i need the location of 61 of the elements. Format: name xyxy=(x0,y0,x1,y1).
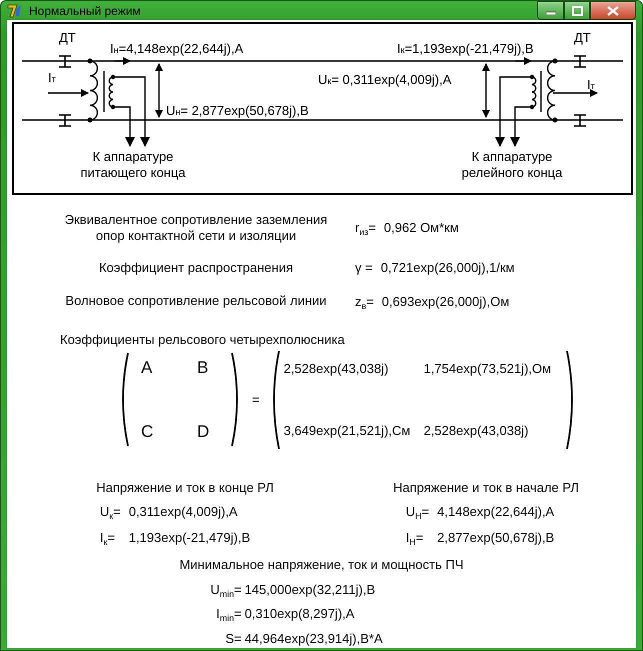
caption-text: К аппаратуре xyxy=(472,149,552,164)
value-text: 1,193exp(-21,479j),B xyxy=(128,528,250,547)
maximize-icon xyxy=(572,6,582,16)
section-title: Напряжение и ток в начале РЛ xyxy=(393,478,579,497)
matrix-symbol: D xyxy=(197,420,210,442)
parameter-value: 0,962 Ом*км xyxy=(384,219,459,238)
voltage-arrow xyxy=(482,63,490,118)
value-symbol: I$_{H}$= xyxy=(406,528,424,547)
value-text: 44,964exp(23,914j),B*A xyxy=(244,630,383,648)
caption-text: К аппаратуре xyxy=(92,149,174,164)
parameter-label: Эквивалентное сопротивление заземления опор контактной сети и изоляции xyxy=(64,212,328,244)
value-symbol: U$_{к}$= xyxy=(100,503,121,522)
current-label: Iк=1,193exp(-21,479j),B xyxy=(397,41,534,56)
matrix-symbol: C xyxy=(141,420,154,442)
current-arrow xyxy=(515,57,532,65)
parameter-symbol: z$_{в}$= xyxy=(355,292,374,311)
window-title: Нормальный режим xyxy=(29,2,141,20)
voltage-arrow xyxy=(155,63,163,118)
matrix-value: 2,528exp(43,038j) xyxy=(284,360,390,378)
parameter-label: Коэффициент распространения xyxy=(98,260,294,276)
current-arrow xyxy=(553,89,598,97)
section-title: Коэффициенты рельсового четырехполюсника xyxy=(60,331,346,349)
close-icon xyxy=(607,6,619,16)
matrix-value: 2,528exp(43,038j) xyxy=(424,422,530,440)
value-text: 0,310exp(8,297j),A xyxy=(244,605,356,623)
maximize-button[interactable] xyxy=(564,1,590,20)
section-title: Минимальное напряжение, ток и мощность ПЧ xyxy=(179,556,464,574)
matrix-symbol: B xyxy=(197,357,210,379)
current-label: Iт xyxy=(48,70,56,85)
value-symbol: S= xyxy=(224,630,242,648)
matrix-value: 3,649exp(21,521j),См xyxy=(284,422,412,440)
parameter-symbol: r$_{из}$= xyxy=(355,219,376,238)
value-text: 4,148exp(22,644j),A xyxy=(437,503,554,521)
value-text: 0,311exp(4,009j),A xyxy=(128,503,239,521)
transformer-label: ДТ xyxy=(574,30,591,45)
app-icon xyxy=(7,2,23,18)
current-arrow xyxy=(114,57,131,65)
parameter-value: 0,693exp(26,000j),Ом xyxy=(382,292,510,311)
caption-text: питающего конца xyxy=(80,165,186,180)
parameter-value: 0,721exp(26,000j),1/км xyxy=(380,259,515,277)
close-button[interactable] xyxy=(590,1,636,20)
current-label: Iн=4,148exp(22,644j),A xyxy=(110,41,244,56)
matrix-value: 1,754exp(73,521j),Ом xyxy=(424,360,552,378)
matrix-symbol: A xyxy=(141,357,154,379)
parameter-symbol: γ = xyxy=(355,259,373,277)
current-arrow xyxy=(48,89,89,97)
current-label: Iт xyxy=(587,77,595,92)
equals-sign: = xyxy=(252,390,260,409)
value-text: 145,000exp(32,211j),B xyxy=(244,580,376,599)
value-symbol: U$_{H}$= xyxy=(406,503,430,522)
caption-text: релейного конца xyxy=(462,165,562,180)
value-text: 2,877exp(50,678j),B xyxy=(437,528,554,547)
voltage-label: Uн= 2,877exp(50,678j),B xyxy=(166,103,309,118)
value-symbol: I$_{min}$= xyxy=(215,605,242,624)
value-symbol: U$_{min}$= xyxy=(210,580,242,599)
section-title: Напряжение и ток в конце РЛ xyxy=(96,478,274,497)
value-symbol: I$_{к}$= xyxy=(100,528,116,547)
minimize-button[interactable] xyxy=(537,1,564,20)
parameter-label: Волновое сопротивление рельсовой линии xyxy=(64,293,328,310)
transformer-label: ДТ xyxy=(59,30,76,45)
voltage-label: Uк= 0,311exp(4,009j),A xyxy=(318,72,452,87)
